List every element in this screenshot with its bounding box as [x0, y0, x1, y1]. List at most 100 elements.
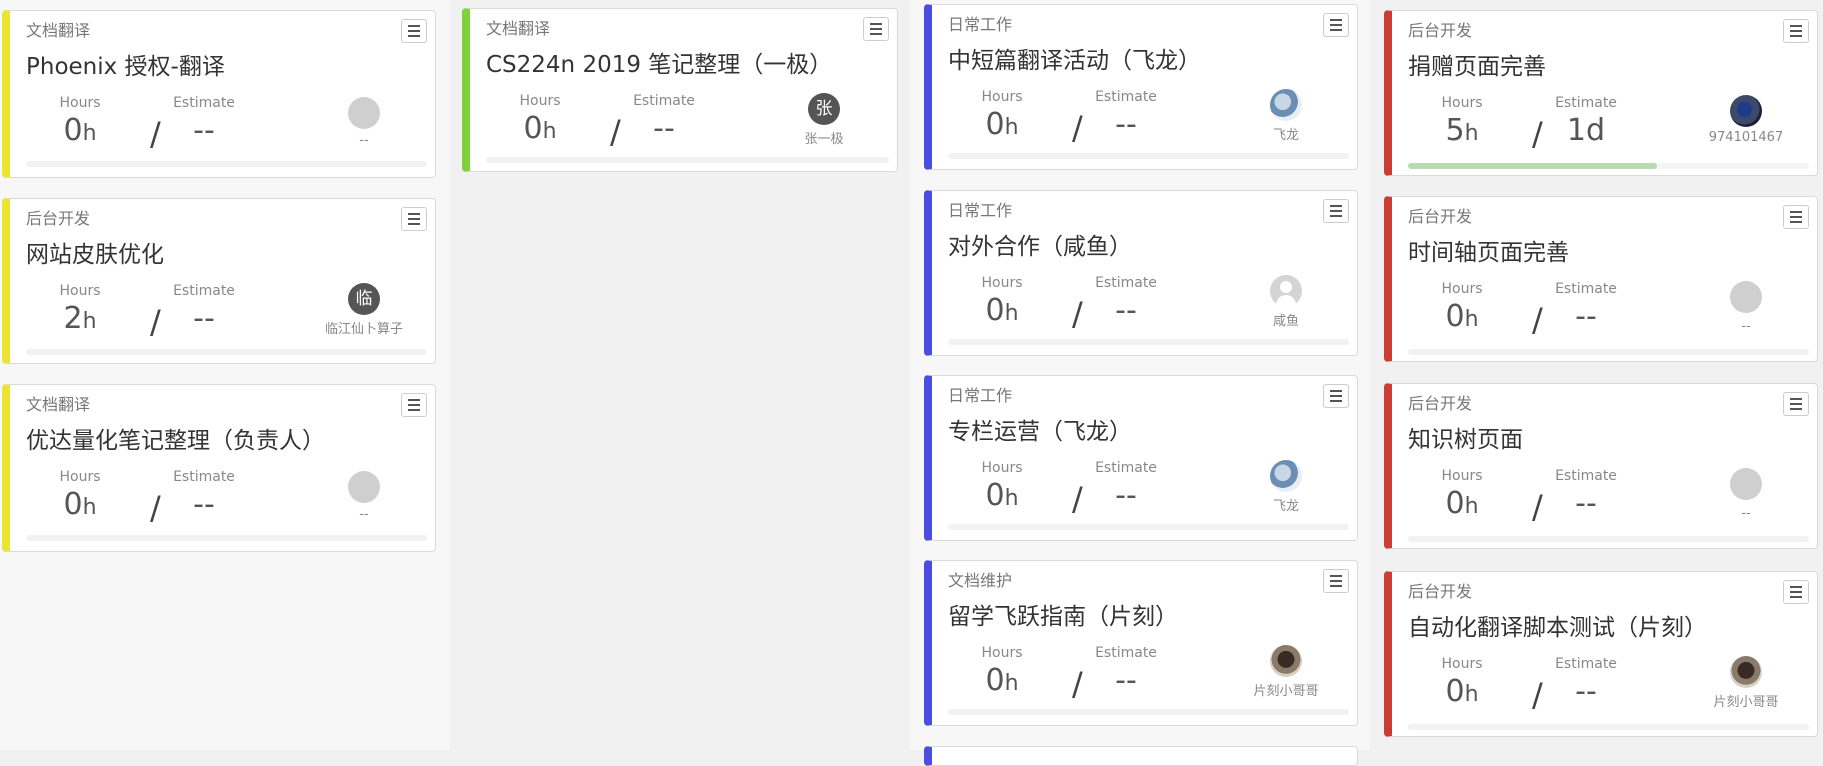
- menu-icon: [408, 399, 420, 401]
- card-menu-button[interactable]: [1783, 205, 1809, 229]
- avatar[interactable]: [348, 97, 380, 129]
- task-card[interactable]: 日常工作 对外合作（咸鱼） Hours Estimate 0h / -- 咸鱼: [924, 190, 1358, 356]
- drag-handle-icon[interactable]: [1387, 266, 1391, 292]
- drag-handle-icon[interactable]: [927, 630, 931, 656]
- task-card[interactable]: 文档翻译 优达量化笔记整理（负责人） Hours Estimate 0h / -…: [2, 384, 436, 552]
- card-category: 文档翻译: [26, 21, 91, 40]
- task-card-partial[interactable]: [924, 746, 1358, 766]
- task-card[interactable]: 文档翻译 Phoenix 授权-翻译 Hours Estimate 0h / -…: [2, 10, 436, 178]
- card-title[interactable]: 专栏运营（飞龙）: [948, 412, 1132, 446]
- card-title[interactable]: 中短篇翻译活动（飞龙）: [948, 41, 1201, 75]
- task-card[interactable]: 后台开发 知识树页面 Hours Estimate 0h / -- --: [1384, 383, 1818, 549]
- card-menu-button[interactable]: [1783, 580, 1809, 604]
- drag-handle-icon[interactable]: [1387, 453, 1391, 479]
- drag-handle-icon[interactable]: [927, 74, 931, 100]
- estimate-label: Estimate: [173, 95, 235, 111]
- avatar[interactable]: [1730, 281, 1762, 313]
- task-card[interactable]: 文档维护 留学飞跃指南（片刻） Hours Estimate 0h / -- 片…: [924, 560, 1358, 726]
- hours-value: 0h: [63, 487, 97, 522]
- card-title[interactable]: 自动化翻译脚本测试（片刻）: [1408, 608, 1707, 642]
- estimate-value: --: [193, 113, 215, 148]
- kanban-column-4: 后台开发 捐赠页面完善 Hours Estimate 5h / 1d 97410…: [1370, 0, 1823, 750]
- task-card[interactable]: 日常工作 中短篇翻译活动（飞龙） Hours Estimate 0h / -- …: [924, 4, 1358, 170]
- card-category: 后台开发: [1408, 21, 1473, 40]
- drag-handle-icon[interactable]: [5, 268, 9, 294]
- drag-handle-icon[interactable]: [1387, 80, 1391, 106]
- menu-icon: [1330, 205, 1342, 207]
- avatar[interactable]: 临: [348, 283, 380, 315]
- card-menu-button[interactable]: [1323, 199, 1349, 223]
- card-menu-button[interactable]: [401, 19, 427, 43]
- avatar[interactable]: [1270, 89, 1302, 121]
- card-title[interactable]: 优达量化笔记整理（负责人）: [26, 421, 325, 455]
- task-card[interactable]: 后台开发 捐赠页面完善 Hours Estimate 5h / 1d 97410…: [1384, 10, 1818, 176]
- kanban-column-3: 日常工作 中短篇翻译活动（飞龙） Hours Estimate 0h / -- …: [910, 0, 1370, 766]
- hours-label: Hours: [59, 95, 101, 111]
- task-card[interactable]: 日常工作 专栏运营（飞龙） Hours Estimate 0h / -- 飞龙: [924, 375, 1358, 541]
- card-title[interactable]: CS224n 2019 笔记整理（一极）: [486, 45, 832, 79]
- hours-label: Hours: [1441, 281, 1483, 297]
- card-title[interactable]: 网站皮肤优化: [26, 235, 164, 269]
- kanban-board: 文档翻译 Phoenix 授权-翻译 Hours Estimate 0h / -…: [0, 0, 1823, 766]
- card-title[interactable]: 捐赠页面完善: [1408, 47, 1546, 81]
- card-menu-button[interactable]: [401, 207, 427, 231]
- card-title[interactable]: 知识树页面: [1408, 420, 1523, 454]
- owner-name: 飞龙: [1272, 499, 1299, 514]
- drag-handle-icon[interactable]: [5, 455, 9, 481]
- card-category: 后台开发: [1408, 394, 1473, 413]
- card-title[interactable]: 留学飞跃指南（片刻）: [948, 597, 1178, 631]
- card-title[interactable]: 时间轴页面完善: [1408, 233, 1569, 267]
- card-category: 后台开发: [1408, 207, 1473, 226]
- card-menu-button[interactable]: [1323, 569, 1349, 593]
- avatar[interactable]: [348, 471, 380, 503]
- hours-value: 0h: [985, 478, 1019, 513]
- hours-value: 0h: [985, 293, 1019, 328]
- drag-handle-icon[interactable]: [1387, 641, 1391, 667]
- card-menu-button[interactable]: [1323, 13, 1349, 37]
- card-menu-button[interactable]: [863, 17, 889, 41]
- estimate-label: Estimate: [173, 469, 235, 485]
- estimate-value: --: [1575, 486, 1597, 521]
- progress-bar: [26, 535, 427, 541]
- card-title[interactable]: 对外合作（咸鱼）: [948, 227, 1132, 261]
- progress-bar: [1408, 724, 1809, 730]
- card-title[interactable]: Phoenix 授权-翻译: [26, 47, 225, 81]
- drag-handle-icon[interactable]: [465, 77, 469, 103]
- card-menu-button[interactable]: [401, 393, 427, 417]
- task-card[interactable]: 后台开发 自动化翻译脚本测试（片刻） Hours Estimate 0h / -…: [1384, 571, 1818, 737]
- task-card[interactable]: 后台开发 时间轴页面完善 Hours Estimate 0h / -- --: [1384, 196, 1818, 362]
- progress-bar: [26, 161, 427, 167]
- card-menu-button[interactable]: [1783, 392, 1809, 416]
- card-category: 后台开发: [26, 209, 91, 228]
- task-card[interactable]: 后台开发 网站皮肤优化 Hours Estimate 2h / -- 临 临江仙…: [2, 198, 436, 364]
- avatar[interactable]: [1270, 645, 1302, 677]
- avatar[interactable]: [1730, 656, 1762, 688]
- avatar[interactable]: 张: [808, 93, 840, 125]
- avatar[interactable]: [1270, 460, 1302, 492]
- drag-handle-icon[interactable]: [927, 445, 931, 471]
- progress-bar: [948, 153, 1349, 159]
- drag-handle-icon[interactable]: [927, 260, 931, 286]
- owner-name: 片刻小哥哥: [1713, 695, 1779, 710]
- progress-bar: [948, 524, 1349, 530]
- estimate-value: --: [1575, 299, 1597, 334]
- avatar[interactable]: [1730, 95, 1762, 127]
- task-card[interactable]: 文档翻译 CS224n 2019 笔记整理（一极） Hours Estimate…: [462, 8, 898, 172]
- avatar[interactable]: [1730, 468, 1762, 500]
- owner-name: 飞龙: [1272, 128, 1299, 143]
- estimate-label: Estimate: [633, 93, 695, 109]
- owner-name: 临江仙卜算子: [324, 322, 403, 337]
- menu-icon: [1330, 390, 1342, 392]
- drag-handle-icon[interactable]: [5, 81, 9, 107]
- menu-icon: [1790, 398, 1802, 400]
- owner-name: 片刻小哥哥: [1253, 684, 1319, 699]
- card-menu-button[interactable]: [1783, 19, 1809, 43]
- hours-label: Hours: [981, 89, 1023, 105]
- user-avatar-icon[interactable]: [1270, 275, 1302, 309]
- hours-label: Hours: [1441, 656, 1483, 672]
- menu-icon: [1790, 586, 1802, 588]
- estimate-value: --: [653, 111, 675, 146]
- hours-value: 0h: [63, 113, 97, 148]
- card-menu-button[interactable]: [1323, 384, 1349, 408]
- progress-bar: [948, 709, 1349, 715]
